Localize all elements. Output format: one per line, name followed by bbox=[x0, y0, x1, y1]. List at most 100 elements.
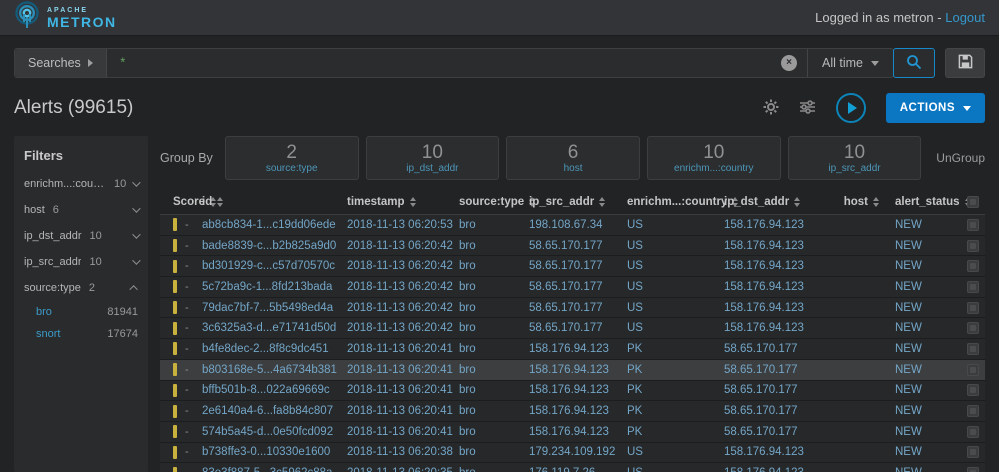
cell-source-type: bro bbox=[459, 218, 476, 231]
group-field: ip_dst_addr bbox=[406, 162, 459, 174]
group-by-card[interactable]: 10 ip_src_addr bbox=[787, 136, 922, 180]
chevron-up-icon[interactable] bbox=[129, 285, 138, 294]
clear-search-icon[interactable]: × bbox=[781, 55, 798, 71]
chevron-down-icon bbox=[963, 105, 971, 111]
column-header-alert-status[interactable]: alert_status bbox=[879, 196, 971, 208]
caret-right-icon bbox=[87, 59, 93, 67]
group-by-card[interactable]: 6 host bbox=[506, 136, 640, 180]
filter-facet[interactable]: ip_dst_addr 10 bbox=[24, 223, 141, 249]
table-row[interactable]: - 574b5a45-d...0e50fcd092 2018-11-13 06:… bbox=[160, 421, 985, 443]
cell-country: US bbox=[627, 218, 643, 231]
table-row[interactable]: - bade8839-c...b2b825a9d0 2018-11-13 06:… bbox=[160, 235, 985, 257]
cell-ip-dst-addr: 158.176.94.123 bbox=[724, 301, 804, 314]
table-row[interactable]: - 5c72ba9c-1...8fd213bada 2018-11-13 06:… bbox=[160, 277, 985, 298]
cell-country: PK bbox=[627, 425, 643, 438]
table-row[interactable]: - ab8cb834-1...c19dd06ede 2018-11-13 06:… bbox=[160, 215, 985, 236]
filter-facet[interactable]: source:type 2 bbox=[24, 275, 138, 301]
row-checkbox[interactable] bbox=[967, 363, 979, 376]
chevron-down-icon[interactable] bbox=[132, 204, 141, 213]
chevron-down-icon[interactable] bbox=[132, 256, 141, 265]
apache-metron-logo[interactable]: APACHE METRON bbox=[14, 1, 117, 34]
column-header-ip-dst-addr[interactable]: ip_dst_addr bbox=[724, 196, 824, 208]
cell-score: - bbox=[185, 239, 189, 252]
table-row[interactable]: - bd301929-c...c57d70570c 2018-11-13 06:… bbox=[160, 256, 985, 278]
score-severity-bar bbox=[173, 321, 177, 335]
settings-button[interactable] bbox=[763, 99, 779, 118]
cell-score: - bbox=[185, 301, 189, 314]
score-severity-bar bbox=[173, 301, 177, 315]
filter-facet[interactable]: ip_src_addr 10 bbox=[24, 249, 141, 275]
row-checkbox[interactable] bbox=[967, 301, 979, 314]
cell-country: US bbox=[627, 260, 643, 273]
header-actions: ACTIONS bbox=[763, 93, 985, 123]
chevron-down-icon[interactable] bbox=[132, 230, 141, 239]
ungroup-button[interactable]: UnGroup bbox=[936, 151, 985, 165]
time-range-label: All time bbox=[822, 56, 863, 70]
group-by-card[interactable]: 2 source:type bbox=[224, 136, 359, 180]
row-checkbox[interactable] bbox=[967, 384, 979, 397]
actions-button[interactable]: ACTIONS bbox=[885, 93, 985, 123]
filter-facet-value[interactable]: bro 81941 bbox=[24, 301, 138, 323]
cell-alert-status: NEW bbox=[895, 446, 922, 459]
group-count: 2 bbox=[286, 141, 297, 163]
column-header-id[interactable]: id bbox=[202, 196, 347, 208]
group-by-card[interactable]: 10 ip_dst_addr bbox=[365, 136, 500, 180]
cell-source-type: bro bbox=[459, 239, 476, 252]
column-header-score[interactable]: Score bbox=[160, 196, 216, 208]
cell-score: - bbox=[185, 363, 189, 376]
table-row[interactable]: - 83e3f887-5...3c5962c88a 2018-11-13 06:… bbox=[160, 463, 985, 472]
row-checkbox[interactable] bbox=[967, 218, 979, 231]
row-checkbox[interactable] bbox=[967, 405, 979, 418]
cell-id: ab8cb834-1...c19dd06ede bbox=[202, 218, 336, 231]
auto-refresh-play-button[interactable] bbox=[835, 93, 866, 123]
actions-button-label: ACTIONS bbox=[899, 102, 955, 114]
cell-source-type: bro bbox=[459, 260, 476, 273]
row-checkbox[interactable] bbox=[967, 446, 979, 459]
column-header-enrichments-country[interactable]: enrichm...:country bbox=[627, 196, 739, 208]
chevron-down-icon[interactable] bbox=[132, 178, 141, 187]
table-row[interactable]: - 2e6140a4-6...fa8b84c807 2018-11-13 06:… bbox=[160, 401, 985, 422]
table-row[interactable]: - b4fe8dec-2...8f8c9dc451 2018-11-13 06:… bbox=[160, 339, 985, 360]
column-header-source-type[interactable]: source:type bbox=[459, 196, 536, 208]
cell-alert-status: NEW bbox=[895, 425, 922, 438]
filter-facet[interactable]: host 6 bbox=[24, 197, 141, 223]
row-checkbox[interactable] bbox=[967, 425, 979, 438]
row-checkbox[interactable] bbox=[967, 239, 979, 252]
time-range-dropdown[interactable]: All time bbox=[807, 49, 893, 77]
table-row[interactable]: - b738ffe3-0...10330e1600 2018-11-13 06:… bbox=[160, 442, 985, 464]
logout-link[interactable]: Logout bbox=[945, 10, 985, 25]
cell-score: - bbox=[185, 384, 189, 397]
cell-score: - bbox=[185, 260, 189, 273]
cell-country: PK bbox=[627, 342, 643, 355]
cell-timestamp: 2018-11-13 06:20:41 bbox=[347, 363, 453, 376]
table-row[interactable]: - b803168e-5...4a6734b381 2018-11-13 06:… bbox=[160, 359, 985, 381]
search-button[interactable] bbox=[893, 48, 935, 78]
column-header-host[interactable]: host bbox=[824, 196, 879, 208]
select-all-checkbox[interactable] bbox=[967, 195, 979, 208]
filter-facet-value[interactable]: snort 17674 bbox=[24, 323, 138, 345]
cell-country: PK bbox=[627, 363, 643, 376]
cell-alert-status: NEW bbox=[895, 239, 922, 252]
facet-value-name: snort bbox=[36, 328, 61, 340]
cell-id: b803168e-5...4a6734b381 bbox=[202, 363, 337, 376]
row-checkbox[interactable] bbox=[967, 322, 979, 335]
filter-field-name: source:type bbox=[24, 282, 81, 294]
row-checkbox[interactable] bbox=[967, 280, 979, 293]
table-row[interactable]: - bffb501b-8...022a69669c 2018-11-13 06:… bbox=[160, 380, 985, 402]
save-search-button[interactable] bbox=[945, 48, 985, 78]
filter-facet[interactable]: enrichm...:country 10 bbox=[24, 171, 141, 197]
score-severity-bar bbox=[173, 363, 177, 377]
score-severity-bar bbox=[173, 445, 177, 459]
column-header-timestamp[interactable]: timestamp bbox=[347, 196, 459, 208]
sort-icon bbox=[217, 196, 224, 207]
search-query-input[interactable]: * bbox=[107, 49, 781, 77]
row-checkbox[interactable] bbox=[967, 467, 979, 472]
table-row[interactable]: - 3c6325a3-d...e71741d50d 2018-11-13 06:… bbox=[160, 318, 985, 340]
group-by-card[interactable]: 10 enrichm...:country bbox=[646, 136, 781, 180]
table-row[interactable]: - 79dac7bf-7...5b5498ed4a 2018-11-13 06:… bbox=[160, 297, 985, 319]
column-settings-button[interactable] bbox=[799, 99, 816, 118]
row-checkbox[interactable] bbox=[967, 342, 979, 355]
column-header-ip-src-addr[interactable]: ip_src_addr bbox=[529, 196, 627, 208]
searches-button[interactable]: Searches bbox=[15, 49, 107, 77]
row-checkbox[interactable] bbox=[967, 260, 979, 273]
